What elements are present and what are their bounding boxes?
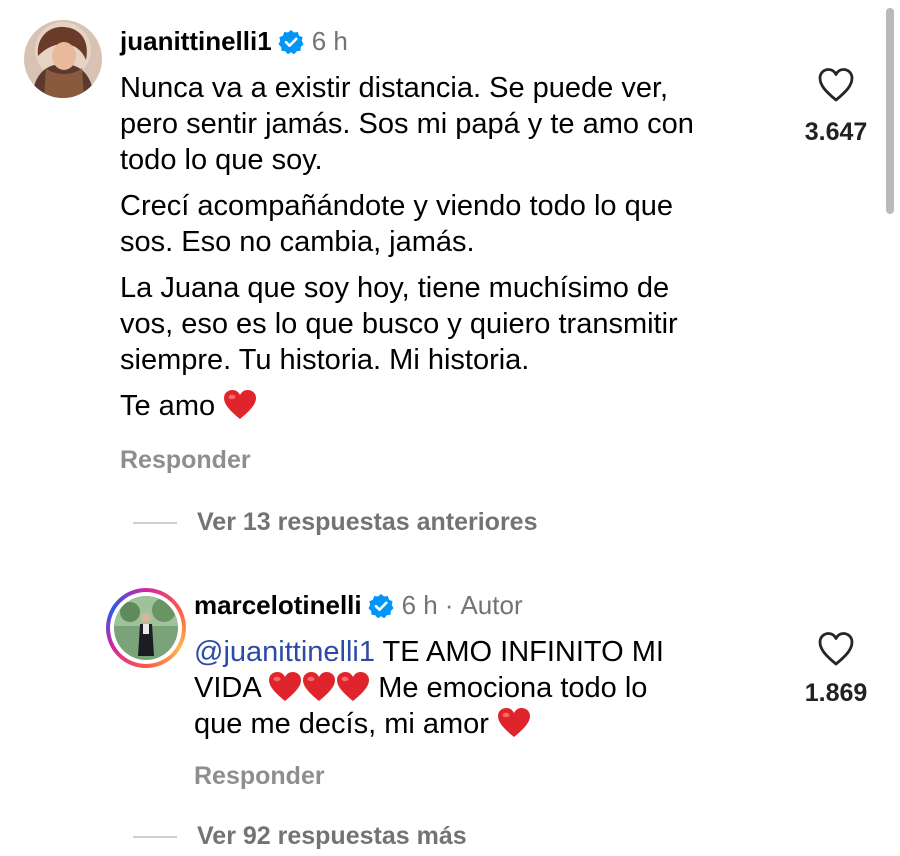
author-label: Autor	[460, 590, 523, 620]
verified-badge-icon	[368, 593, 394, 619]
text-line: Te amo	[120, 390, 216, 422]
username[interactable]: juanittinelli1	[120, 26, 272, 57]
text-line: Me emociona todo lo	[370, 672, 648, 704]
heart-outline-icon[interactable]	[817, 66, 855, 104]
divider-line	[133, 521, 177, 524]
timestamp[interactable]: 6 h	[402, 590, 438, 621]
text-line: pero sentir jamás. Sos mi papá y te amo …	[120, 108, 694, 140]
comment-text: @juanittinelli1 TE AMO INFINITO MI VIDA …	[194, 634, 664, 742]
avatar-story-ring[interactable]	[106, 588, 186, 668]
avatar[interactable]	[114, 596, 178, 660]
verified-badge-icon	[278, 29, 304, 55]
text-line: todo lo que soy.	[120, 144, 323, 176]
red-heart-emoji-icon	[336, 671, 370, 703]
text-line: La Juana que soy hoy, tiene muchísimo de	[120, 272, 670, 304]
text-line: VIDA	[194, 672, 261, 704]
heart-outline-icon[interactable]	[817, 630, 855, 668]
red-heart-emoji-icon	[268, 671, 302, 703]
view-replies-button[interactable]: Ver 92 respuestas más	[133, 822, 467, 851]
like-control: 1.869	[786, 630, 886, 708]
text-line: sos. Eso no cambia, jamás.	[120, 226, 475, 258]
view-replies-label[interactable]: Ver 13 respuestas anteriores	[197, 508, 537, 537]
separator: ·	[444, 590, 454, 620]
like-control: 3.647	[786, 66, 886, 147]
text-line: Nunca va a existir distancia. Se puede v…	[120, 72, 669, 104]
view-replies-button[interactable]: Ver 13 respuestas anteriores	[133, 508, 537, 537]
comment-paragraph: Crecí acompañándote y viendo todo lo que…	[120, 188, 694, 260]
text-line: vos, eso es lo que busco y quiero transm…	[120, 308, 678, 340]
comment-text: Nunca va a existir distancia. Se puede v…	[120, 70, 694, 434]
red-heart-emoji-icon	[497, 707, 531, 739]
reply-button[interactable]: Responder	[120, 446, 251, 475]
comment-paragraph: La Juana que soy hoy, tiene muchísimo de…	[120, 270, 694, 378]
text-line: Crecí acompañándote y viendo todo lo que	[120, 190, 673, 222]
comment-header: juanittinelli1 6 h	[120, 26, 348, 57]
scrollbar[interactable]	[886, 8, 894, 214]
avatar[interactable]	[24, 20, 102, 98]
red-heart-emoji-icon	[223, 389, 257, 421]
reply-button[interactable]: Responder	[194, 762, 325, 791]
text-line: que me decís, mi amor	[194, 708, 489, 740]
comment-header: marcelotinelli 6 h · Autor	[194, 590, 523, 621]
text-line: TE AMO INFINITO MI	[374, 636, 664, 668]
timestamp[interactable]: 6 h	[312, 26, 348, 57]
mention-link[interactable]: @juanittinelli1	[194, 636, 375, 668]
view-replies-label[interactable]: Ver 92 respuestas más	[197, 822, 467, 851]
red-heart-emoji-icon	[302, 671, 336, 703]
comment-paragraph: Te amo	[120, 388, 694, 424]
like-count[interactable]: 3.647	[786, 118, 886, 147]
username[interactable]: marcelotinelli	[194, 590, 362, 621]
divider-line	[133, 835, 177, 838]
text-line: siempre. Tu historia. Mi historia.	[120, 344, 530, 376]
like-count[interactable]: 1.869	[786, 679, 886, 708]
comment-paragraph: Nunca va a existir distancia. Se puede v…	[120, 70, 694, 178]
